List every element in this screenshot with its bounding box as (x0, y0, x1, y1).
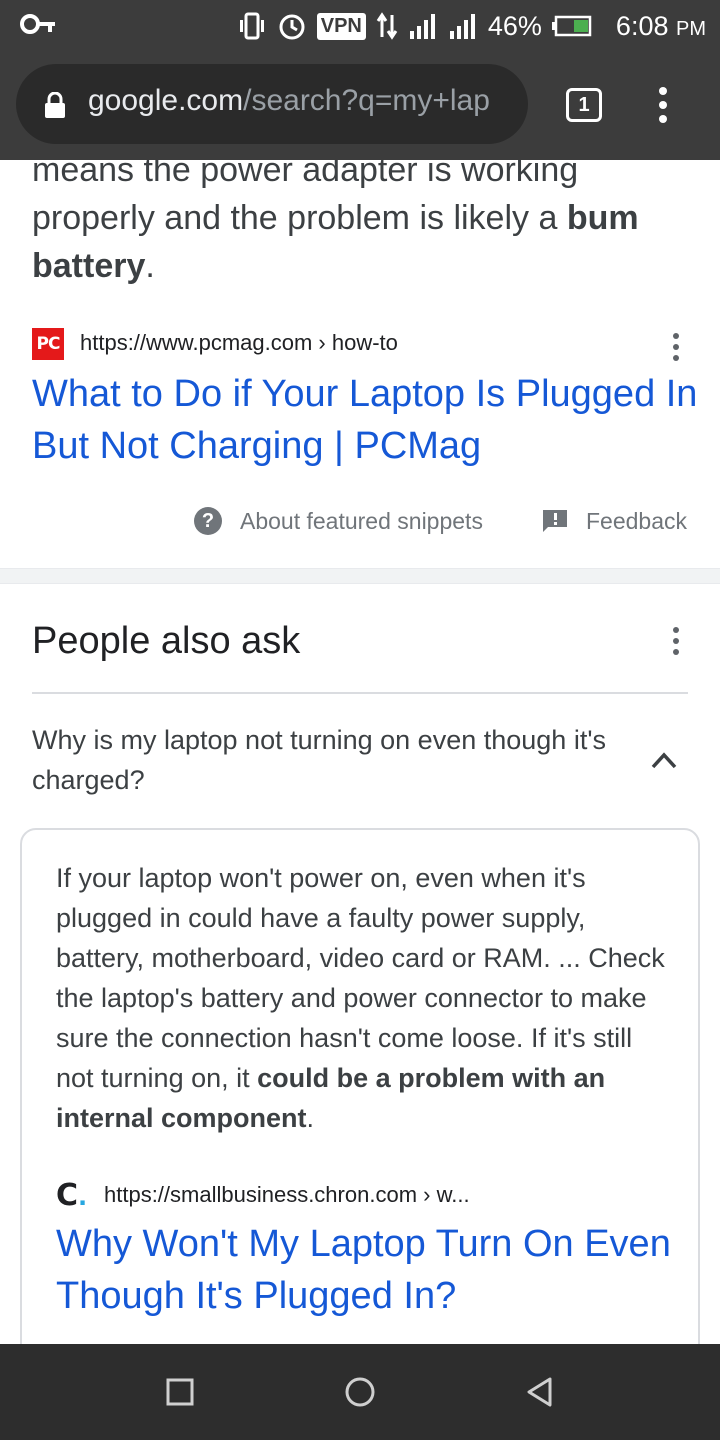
home-circle-icon[interactable] (344, 1376, 376, 1408)
paa-answer-card: If your laptop won't power on, even when… (20, 828, 700, 1344)
omnibox[interactable]: google.com/search?q=my+lap (16, 64, 528, 144)
search-results: means the power adapter is working prope… (0, 160, 720, 1344)
paa-question[interactable]: Why is my laptop not turning on even tho… (32, 720, 632, 800)
featured-snippet-text: means the power adapter is working prope… (32, 160, 639, 285)
signal-icon (449, 14, 475, 39)
key-icon (20, 14, 55, 34)
vibrate-icon (239, 12, 264, 40)
battery-percent: 46% (487, 10, 542, 41)
chevron-up-icon[interactable] (650, 750, 678, 770)
url-text: google.com/search?q=my+lap (88, 84, 490, 117)
address-bar-row: google.com/search?q=my+lap 1 (0, 64, 720, 144)
answer-source-url[interactable]: https://smallbusiness.chron.com › w... (104, 1182, 470, 1208)
section-divider (0, 568, 720, 584)
navigation-bar (0, 1344, 720, 1440)
alarm-icon (279, 14, 305, 40)
overflow-menu-icon[interactable] (656, 86, 670, 124)
pcmag-logo: PC (32, 328, 64, 360)
lock-icon (45, 92, 65, 118)
status-icons: VPN 46% 6:08 PM (237, 6, 706, 46)
battery-icon (551, 15, 592, 37)
result-title-link[interactable]: What to Do if Your Laptop Is Plugged In … (32, 368, 702, 472)
feedback-button[interactable]: Feedback (542, 506, 687, 536)
source-url[interactable]: https://www.pcmag.com › how-to (80, 330, 398, 356)
data-arrows-icon (376, 12, 398, 40)
snippet-source[interactable]: PC https://www.pcmag.com › how-to (32, 328, 692, 364)
recents-square-icon[interactable] (164, 1376, 196, 1408)
about-featured-snippets[interactable]: ? About featured snippets (194, 506, 483, 536)
signal-icon (409, 14, 435, 39)
clock: 6:08 PM (615, 10, 706, 41)
answer-title-link[interactable]: Why Won't My Laptop Turn On Even Though … (56, 1218, 676, 1322)
result-menu-icon[interactable] (672, 332, 680, 362)
divider (32, 692, 688, 694)
browser-chrome: VPN 46% 6:08 PM google.com/search?q=my+l… (0, 0, 720, 160)
vpn-badge: VPN (316, 12, 366, 40)
snippet-footer: ? About featured snippets Feedback (0, 500, 720, 542)
back-triangle-icon[interactable] (524, 1376, 556, 1408)
paa-answer-text: If your laptop won't power on, even when… (56, 863, 665, 1133)
answer-source[interactable]: C. https://smallbusiness.chron.com › w..… (56, 1180, 676, 1214)
people-also-ask-heading: People also ask (32, 620, 301, 662)
tab-switcher-button[interactable]: 1 (566, 88, 602, 122)
help-icon: ? (194, 507, 222, 535)
chron-logo: C. (56, 1178, 88, 1213)
feedback-icon (543, 510, 567, 532)
status-bar: VPN 46% 6:08 PM (0, 0, 720, 50)
paa-menu-icon[interactable] (672, 626, 680, 656)
